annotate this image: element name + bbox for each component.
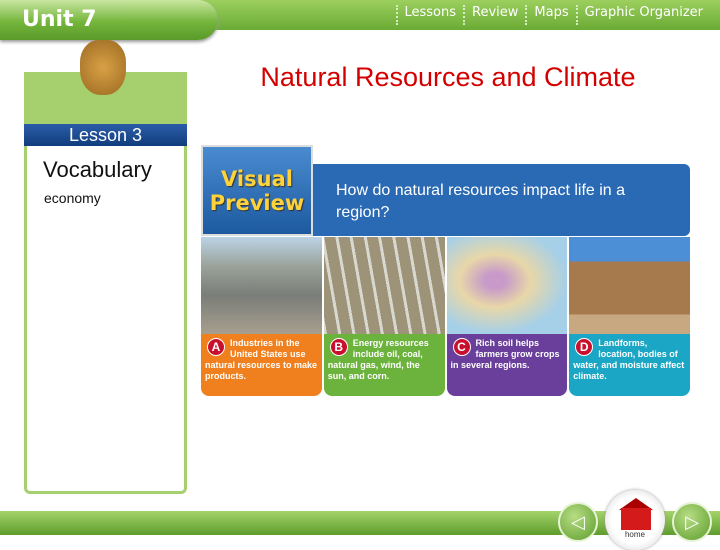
arrow-right-icon: ▷ <box>685 512 699 532</box>
visual-preview-logo: Visual Preview <box>201 145 313 236</box>
nav-review[interactable]: Review <box>463 5 525 25</box>
home-button[interactable]: home <box>605 490 665 550</box>
mine-photo <box>201 237 322 334</box>
page-title: Natural Resources and Climate <box>260 62 636 92</box>
nav-maps[interactable]: Maps <box>525 5 575 25</box>
vocab-term-economy[interactable]: economy <box>44 190 101 206</box>
card-b: B Energy resources include oil, coal, nat… <box>323 237 445 396</box>
lesson-label: Lesson 3 <box>24 124 187 146</box>
badge-a: A <box>207 338 225 356</box>
house-icon <box>621 508 651 530</box>
top-nav: Lessons Review Maps Graphic Organizer <box>395 5 711 25</box>
essential-question: How do natural resources impact life in … <box>336 182 626 221</box>
us-map <box>446 237 568 334</box>
nav-lessons[interactable]: Lessons <box>395 5 464 25</box>
next-button[interactable]: ▷ <box>672 502 712 542</box>
badge-b: B <box>329 338 348 356</box>
wind-turbines-photo <box>323 237 445 334</box>
unit-title: Unit 7 <box>0 0 218 40</box>
vocabulary-heading: Vocabulary <box>43 157 152 182</box>
badge-d: D <box>575 338 594 356</box>
home-label: home <box>624 530 645 539</box>
card-a: A Industries in the United States use nat… <box>201 237 322 396</box>
arrow-left-icon: ◁ <box>571 512 585 532</box>
nav-graphic-organizer[interactable]: Graphic Organizer <box>575 5 710 25</box>
prev-button[interactable]: ◁ <box>558 502 598 542</box>
logo-line2: Preview <box>209 191 305 215</box>
card-d: D Landforms, location, bodies of water, a… <box>569 237 690 396</box>
adobe-house-photo <box>569 237 690 334</box>
rope-knot-icon <box>80 40 126 95</box>
badge-c: C <box>452 338 471 356</box>
preview-cards: A Industries in the United States use nat… <box>201 237 690 396</box>
logo-line1: Visual <box>221 167 293 191</box>
card-c: C Rich soil helps farmers grow crops in s… <box>446 237 568 396</box>
